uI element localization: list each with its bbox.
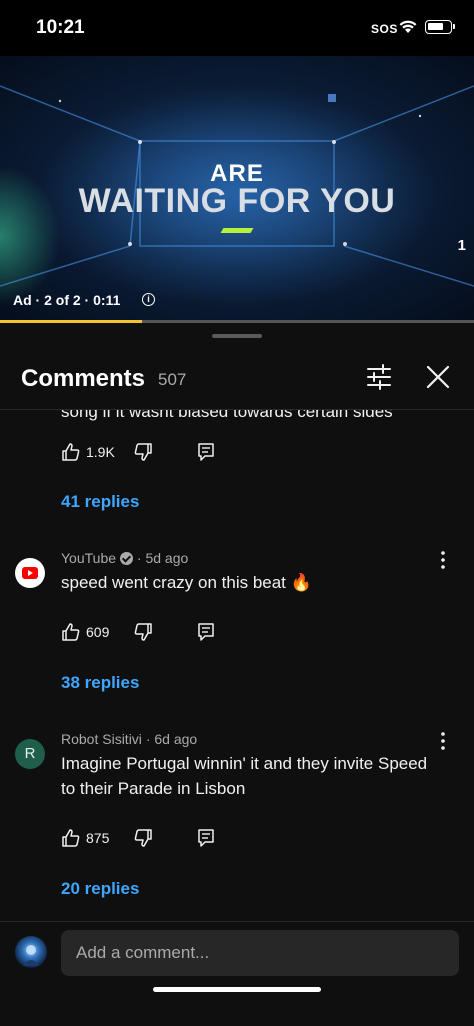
comments-panel: Comments 507 song if it wasnt biased tow… — [0, 323, 474, 1026]
youtube-avatar[interactable] — [15, 558, 45, 588]
battery-icon — [425, 20, 455, 34]
input-divider — [0, 921, 474, 922]
add-comment-placeholder: Add a comment... — [76, 943, 210, 962]
more-options-icon[interactable] — [434, 550, 452, 570]
ad-counter: 1 — [457, 237, 466, 254]
like-count: 609 — [86, 624, 110, 640]
more-options-icon[interactable] — [434, 731, 452, 751]
status-bar: 10:21 SOS — [0, 0, 474, 56]
ad-headline-line2: WAITING FOR YOU — [78, 182, 396, 220]
thumbs-up-icon[interactable] — [61, 828, 81, 848]
sos-indicator: SOS — [371, 22, 398, 36]
ad-info-label: Ad · 2 of 2 · 0:11 — [13, 292, 121, 308]
wifi-icon — [399, 20, 417, 33]
comment-actions: 1.9K — [61, 442, 261, 464]
thumbs-up-icon[interactable] — [61, 442, 81, 462]
thumbs-down-icon[interactable] — [133, 828, 153, 848]
thumbs-down-icon[interactable] — [133, 442, 153, 462]
comment-time: 6d ago — [154, 731, 198, 747]
comment-meta: YouTube · 5d ago — [61, 550, 188, 566]
comment-text: Imagine Portugal winnin' it and they inv… — [61, 754, 428, 798]
status-time: 10:21 — [36, 17, 85, 38]
info-icon[interactable]: i — [142, 293, 155, 306]
user-avatar-letter[interactable]: R — [15, 739, 45, 769]
reply-icon[interactable] — [197, 442, 215, 462]
comment-actions: 875 — [61, 828, 261, 850]
like-count: 875 — [86, 830, 110, 846]
replies-button[interactable]: 20 replies — [61, 879, 139, 899]
replies-button[interactable]: 41 replies — [61, 492, 139, 512]
comments-title: Comments — [21, 365, 146, 392]
comment-author[interactable]: Robot Sisitivi — [61, 731, 142, 747]
current-user-avatar[interactable] — [15, 936, 47, 968]
drag-handle[interactable] — [212, 334, 262, 338]
comment-time: 5d ago — [145, 550, 189, 566]
comment-author[interactable]: YouTube — [61, 550, 116, 566]
comment-text: song if it wasnt biased towards certain … — [61, 410, 393, 421]
replies-button[interactable]: 38 replies — [61, 673, 139, 693]
filter-icon[interactable] — [366, 364, 392, 390]
comment-text: speed went crazy on this beat 🔥 — [61, 573, 312, 592]
like-count: 1.9K — [86, 444, 115, 460]
comments-list[interactable]: song if it wasnt biased towards certain … — [0, 410, 474, 921]
comment-meta: Robot Sisitivi · 6d ago — [61, 731, 197, 747]
ad-accent-bar — [220, 228, 254, 233]
comments-count: 507 — [158, 370, 187, 389]
close-icon[interactable] — [426, 365, 450, 389]
avatar-graphic — [23, 945, 39, 966]
thumbs-down-icon[interactable] — [133, 622, 153, 642]
reply-icon[interactable] — [197, 622, 215, 642]
comment-actions: 609 — [61, 622, 261, 644]
thumbs-up-icon[interactable] — [61, 622, 81, 642]
home-indicator[interactable] — [153, 987, 321, 992]
reply-icon[interactable] — [197, 828, 215, 848]
ad-video-player[interactable]: ARE WAITING FOR YOU Ad · 2 of 2 · 0:11 i… — [0, 56, 474, 320]
verified-icon — [120, 552, 134, 565]
add-comment-input[interactable]: Add a comment... — [61, 930, 459, 976]
